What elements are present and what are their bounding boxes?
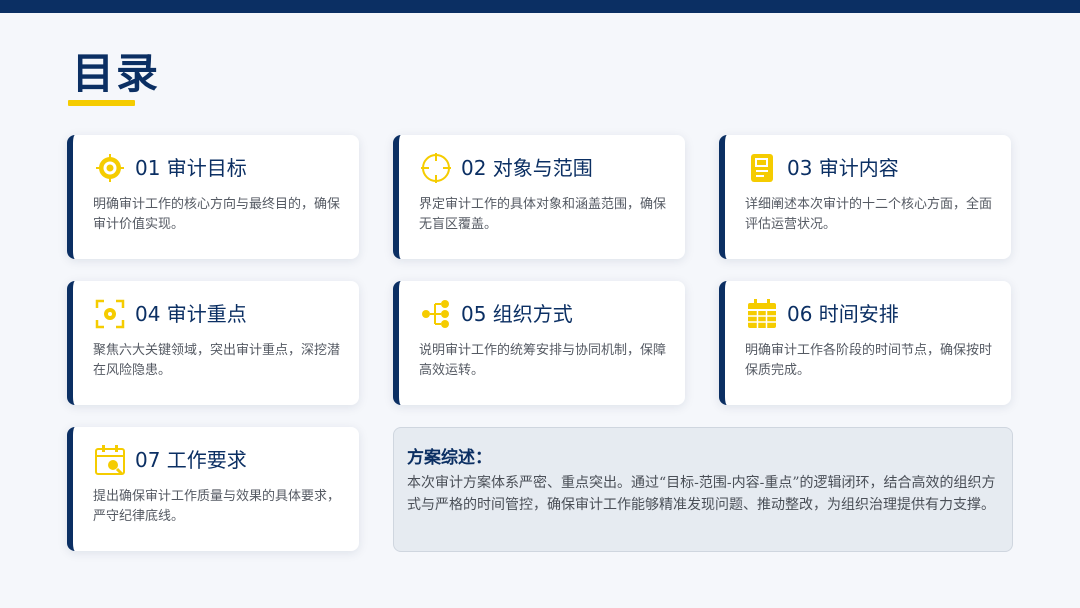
card-description: 聚焦六大关键领域，突出审计重点，深挖潜在风险隐患。 (93, 343, 341, 378)
crosshair-icon (421, 153, 451, 183)
card-title: 04 审计重点 (135, 302, 247, 326)
summary-title: 方案综述： (407, 448, 492, 468)
document-icon (751, 154, 773, 182)
agenda-card-02[interactable]: 02 对象与范围 界定审计工作的具体对象和涵盖范围，确保无盲区覆盖。 (393, 135, 685, 259)
calendar-search-icon (95, 445, 125, 476)
summary-box: 方案综述： 本次审计方案体系严密、重点突出。通过“目标-范围-内容-重点”的逻辑… (393, 427, 1013, 552)
card-description: 提出确保审计工作质量与效果的具体要求，严守纪律底线。 (93, 489, 341, 524)
card-description: 明确审计工作各阶段的时间节点，确保按时保质完成。 (745, 343, 993, 378)
page-title: 目录 (72, 49, 161, 98)
agenda-card-04[interactable]: 04 审计重点 聚焦六大关键领域，突出审计重点，深挖潜在风险隐患。 (67, 281, 359, 405)
card-description: 明确审计工作的核心方向与最终目的，确保审计价值实现。 (93, 197, 341, 232)
card-description: 说明审计工作的统筹安排与协同机制，保障高效运转。 (419, 343, 667, 378)
card-title: 07 工作要求 (135, 448, 247, 472)
card-title: 03 审计内容 (787, 156, 899, 180)
card-title: 02 对象与范围 (461, 156, 593, 180)
top-banner (0, 0, 1080, 13)
card-description: 界定审计工作的具体对象和涵盖范围，确保无盲区覆盖。 (419, 197, 667, 232)
calendar-icon (748, 299, 776, 328)
target-icon (96, 154, 124, 182)
title-underline (68, 100, 135, 106)
card-title: 06 时间安排 (787, 302, 899, 326)
card-title: 01 审计目标 (135, 156, 247, 180)
agenda-card-05[interactable]: 05 组织方式 说明审计工作的统筹安排与协同机制，保障高效运转。 (393, 281, 685, 405)
card-title: 05 组织方式 (461, 302, 573, 326)
agenda-card-06[interactable]: 06 时间安排 明确审计工作各阶段的时间节点，确保按时保质完成。 (719, 281, 1011, 405)
agenda-card-07[interactable]: 07 工作要求 提出确保审计工作质量与效果的具体要求，严守纪律底线。 (67, 427, 359, 551)
card-description: 详细阐述本次审计的十二个核心方面，全面评估运营状况。 (745, 197, 993, 232)
org-tree-icon (422, 300, 449, 328)
focus-icon (95, 299, 125, 329)
summary-text: 本次审计方案体系严密、重点突出。通过“目标-范围-内容-重点”的逻辑闭环，结合高… (407, 475, 996, 513)
agenda-card-01[interactable]: 01 审计目标 明确审计工作的核心方向与最终目的，确保审计价值实现。 (67, 135, 359, 259)
agenda-card-03[interactable]: 03 审计内容 详细阐述本次审计的十二个核心方面，全面评估运营状况。 (719, 135, 1011, 259)
